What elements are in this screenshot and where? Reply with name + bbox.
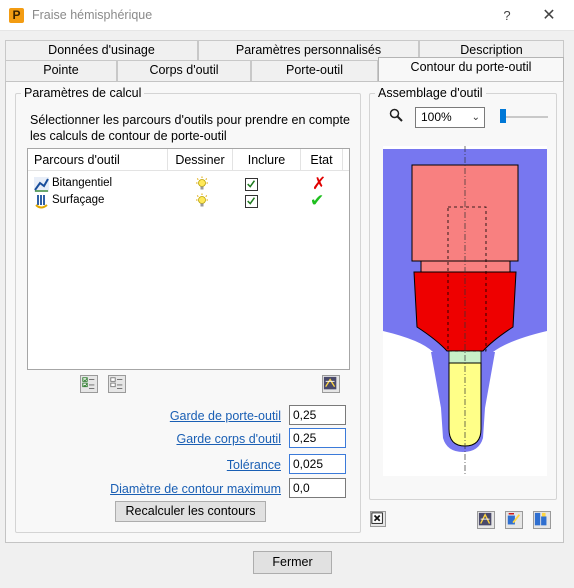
toolpath-settings-icon	[323, 376, 337, 390]
recalculate-contours-button[interactable]: Recalculer les contours	[115, 501, 266, 522]
check-icon	[247, 197, 256, 205]
col-dessiner[interactable]: Dessiner	[168, 149, 233, 171]
zoom-icon	[389, 108, 403, 122]
instruction-text: Sélectionner les parcours d'outils pour …	[30, 113, 350, 143]
tool-database-button[interactable]	[533, 511, 551, 529]
app-icon: P	[9, 8, 24, 23]
window-title: Fraise hémisphérique	[32, 8, 153, 22]
uncheck-all-icon	[110, 377, 123, 389]
zoom-slider-thumb[interactable]	[500, 109, 506, 123]
bulb-icon[interactable]	[194, 193, 210, 209]
include-checkbox[interactable]	[245, 195, 258, 208]
col-parcours[interactable]: Parcours d'outil	[28, 149, 168, 171]
zoom-select[interactable]: 100% ⌄	[415, 107, 485, 128]
tool-database-icon	[534, 512, 547, 526]
tab-donnees-usinage[interactable]: Données d'usinage	[5, 40, 198, 61]
bulb-icon[interactable]	[194, 176, 210, 192]
help-button[interactable]: ?	[497, 6, 517, 26]
tab-corps-outil[interactable]: Corps d'outil	[117, 60, 251, 81]
tab-pointe[interactable]: Pointe	[5, 60, 117, 81]
tolerance-input[interactable]: 0,025	[289, 454, 346, 474]
col-etat[interactable]: Etat	[301, 149, 343, 171]
garde-corps-outil-label[interactable]: Garde corps d'outil	[120, 432, 281, 446]
title-bar: P Fraise hémisphérique ? ✕	[0, 0, 574, 31]
deselect-all-button[interactable]	[108, 375, 126, 393]
check-all-icon	[82, 377, 95, 389]
include-checkbox[interactable]	[245, 178, 258, 191]
table-row[interactable]: Bitangentiel ✗	[28, 174, 349, 193]
col-inclure[interactable]: Inclure	[233, 149, 301, 171]
toolpath-name: Surfaçage	[52, 194, 105, 206]
reset-view-button[interactable]	[370, 511, 386, 527]
holder-view-icon	[478, 512, 492, 526]
garde-porte-outil-label[interactable]: Garde de porte-outil	[120, 409, 281, 423]
close-window-button[interactable]: ✕	[538, 6, 560, 26]
table-row[interactable]: Surfaçage ✔	[28, 191, 349, 210]
surfacing-icon	[35, 195, 48, 209]
close-box-icon	[371, 512, 383, 524]
status-ok-icon: ✔	[310, 191, 325, 210]
calc-params-title: Paramètres de calcul	[21, 86, 145, 100]
list-header: Parcours d'outil Dessiner Inclure Etat	[28, 149, 349, 171]
toolpath-settings-button[interactable]	[322, 375, 340, 393]
edit-assembly-icon	[507, 513, 521, 525]
diametre-contour-max-input[interactable]: 0,0	[289, 478, 346, 498]
check-icon	[247, 180, 256, 188]
tab-contour-porte-outil[interactable]: Contour du porte-outil	[378, 57, 564, 81]
close-button[interactable]: Fermer	[253, 551, 332, 574]
tool-assembly-title: Assemblage d'outil	[375, 86, 486, 100]
chevron-down-icon: ⌄	[471, 112, 480, 123]
zoom-value: 100%	[421, 110, 452, 124]
holder-step	[420, 260, 511, 273]
garde-corps-outil-input[interactable]: 0,25	[289, 428, 346, 448]
holder-view-button[interactable]	[477, 511, 495, 529]
toolpath-name: Bitangentiel	[52, 177, 113, 189]
toolpath-list[interactable]: Parcours d'outil Dessiner Inclure Etat B…	[27, 148, 350, 370]
diametre-contour-max-label[interactable]: Diamètre de contour maximum	[80, 482, 281, 496]
tolerance-label[interactable]: Tolérance	[120, 458, 281, 472]
toolpath-icon	[34, 177, 49, 192]
tab-porte-outil[interactable]: Porte-outil	[251, 60, 378, 81]
select-all-button[interactable]	[80, 375, 98, 393]
edit-assembly-button[interactable]	[505, 511, 523, 529]
zoom-slider-track[interactable]	[500, 116, 548, 118]
garde-porte-outil-input[interactable]: 0,25	[289, 405, 346, 425]
tool-assembly-preview	[383, 146, 547, 476]
